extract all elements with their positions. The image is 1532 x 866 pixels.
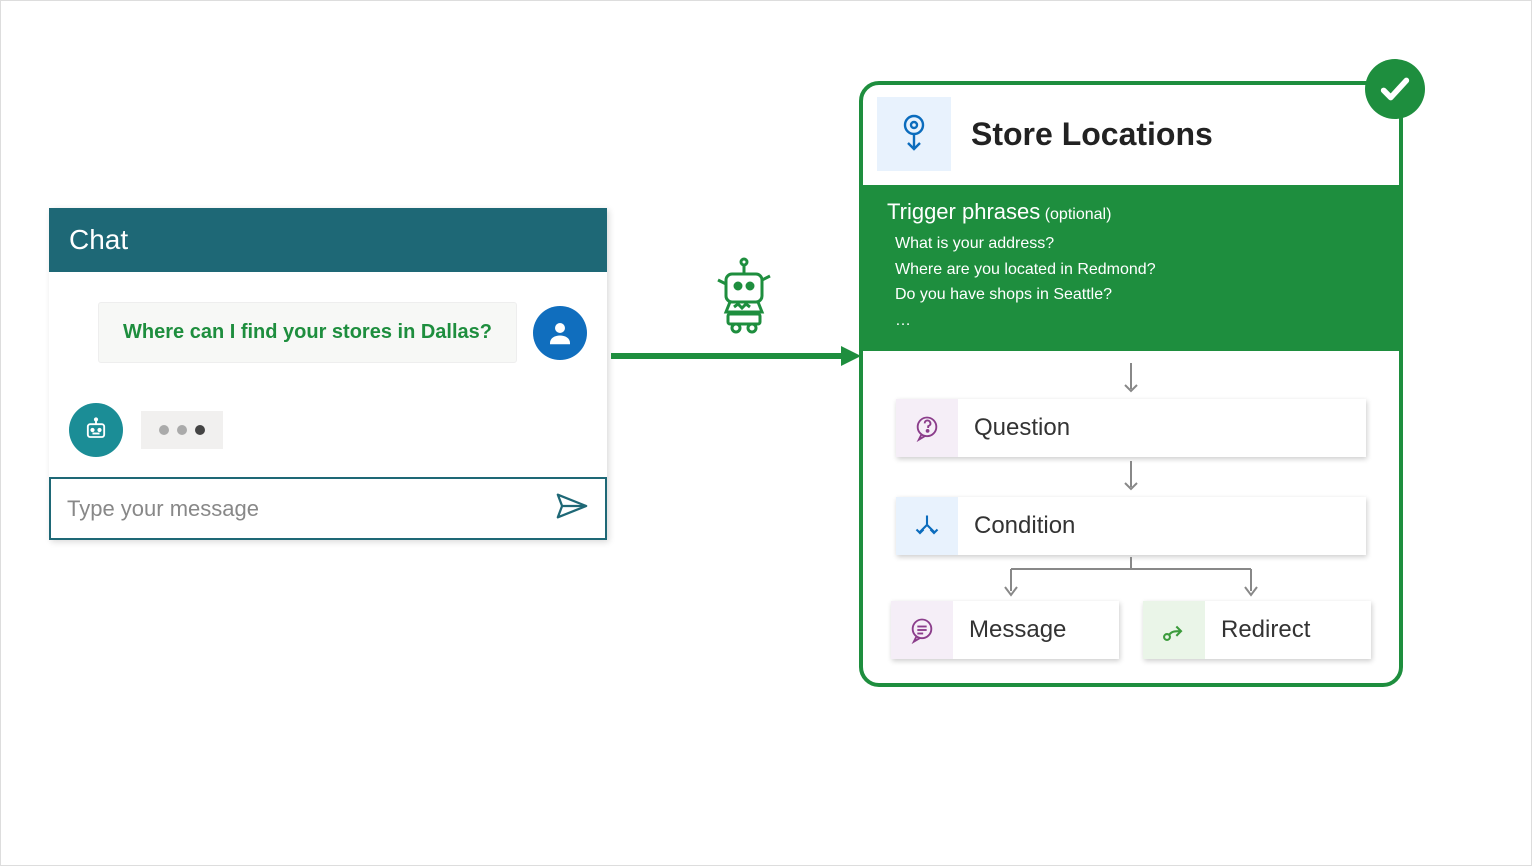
arrow-down-icon [1121, 361, 1141, 397]
chat-body: Where can I find your stores in Dallas? [49, 272, 607, 477]
redirect-node[interactable]: Redirect [1143, 601, 1371, 659]
trigger-phrase: What is your address? [895, 231, 1375, 257]
trigger-phrase-more: … [895, 308, 1375, 334]
user-avatar-icon [533, 306, 587, 360]
branch-row: Message Redirect [883, 601, 1379, 659]
user-message-row: Where can I find your stores in Dallas? [69, 302, 587, 363]
checkmark-badge-icon [1365, 59, 1425, 119]
message-input[interactable] [67, 496, 555, 522]
node-label: Condition [958, 512, 1075, 540]
topic-title: Store Locations [971, 116, 1213, 153]
condition-icon [896, 497, 958, 555]
trigger-phrase: Do you have shops in Seattle? [895, 282, 1375, 308]
question-node[interactable]: Question [896, 399, 1366, 457]
typing-indicator [141, 411, 223, 449]
typing-dot-icon [159, 425, 169, 435]
redirect-icon [1143, 601, 1205, 659]
flow-area: Question Condition Message [863, 351, 1399, 683]
node-label: Redirect [1205, 616, 1310, 644]
trigger-optional-label: (optional) [1045, 206, 1112, 223]
chat-panel: Chat Where can I find your stores in Dal… [49, 208, 607, 540]
node-label: Message [953, 616, 1066, 644]
trigger-title-row: Trigger phrases (optional) [887, 199, 1375, 225]
topic-panel: Store Locations Trigger phrases (optiona… [859, 81, 1403, 687]
message-icon [891, 601, 953, 659]
flow-arrow-robot [611, 256, 871, 381]
user-message: Where can I find your stores in Dallas? [98, 302, 517, 363]
chat-header: Chat [49, 208, 607, 272]
trigger-title: Trigger phrases [887, 199, 1040, 224]
trigger-phrases-section: Trigger phrases (optional) What is your … [863, 185, 1399, 351]
typing-dot-icon [177, 425, 187, 435]
node-label: Question [958, 414, 1070, 442]
chat-input-container [49, 477, 607, 540]
message-node[interactable]: Message [891, 601, 1119, 659]
topic-icon [877, 97, 951, 171]
branch-arrow-icon [896, 555, 1366, 601]
send-button[interactable] [555, 491, 589, 526]
arrow-down-icon [1121, 459, 1141, 495]
bot-avatar-icon [69, 403, 123, 457]
topic-header: Store Locations [863, 85, 1399, 185]
trigger-phrase-list: What is your address? Where are you loca… [887, 231, 1375, 333]
typing-dot-icon [195, 425, 205, 435]
bot-typing-row [69, 403, 587, 457]
trigger-phrase: Where are you located in Redmond? [895, 257, 1375, 283]
condition-node[interactable]: Condition [896, 497, 1366, 555]
question-icon [896, 399, 958, 457]
